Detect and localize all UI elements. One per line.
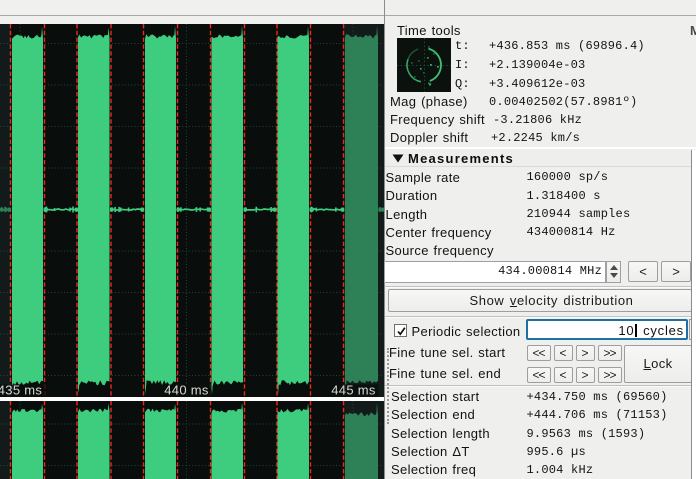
svg-text:435 ms: 435 ms <box>0 383 42 397</box>
svg-text:445 ms: 445 ms <box>331 383 376 397</box>
svg-text:440 ms: 440 ms <box>164 383 209 397</box>
